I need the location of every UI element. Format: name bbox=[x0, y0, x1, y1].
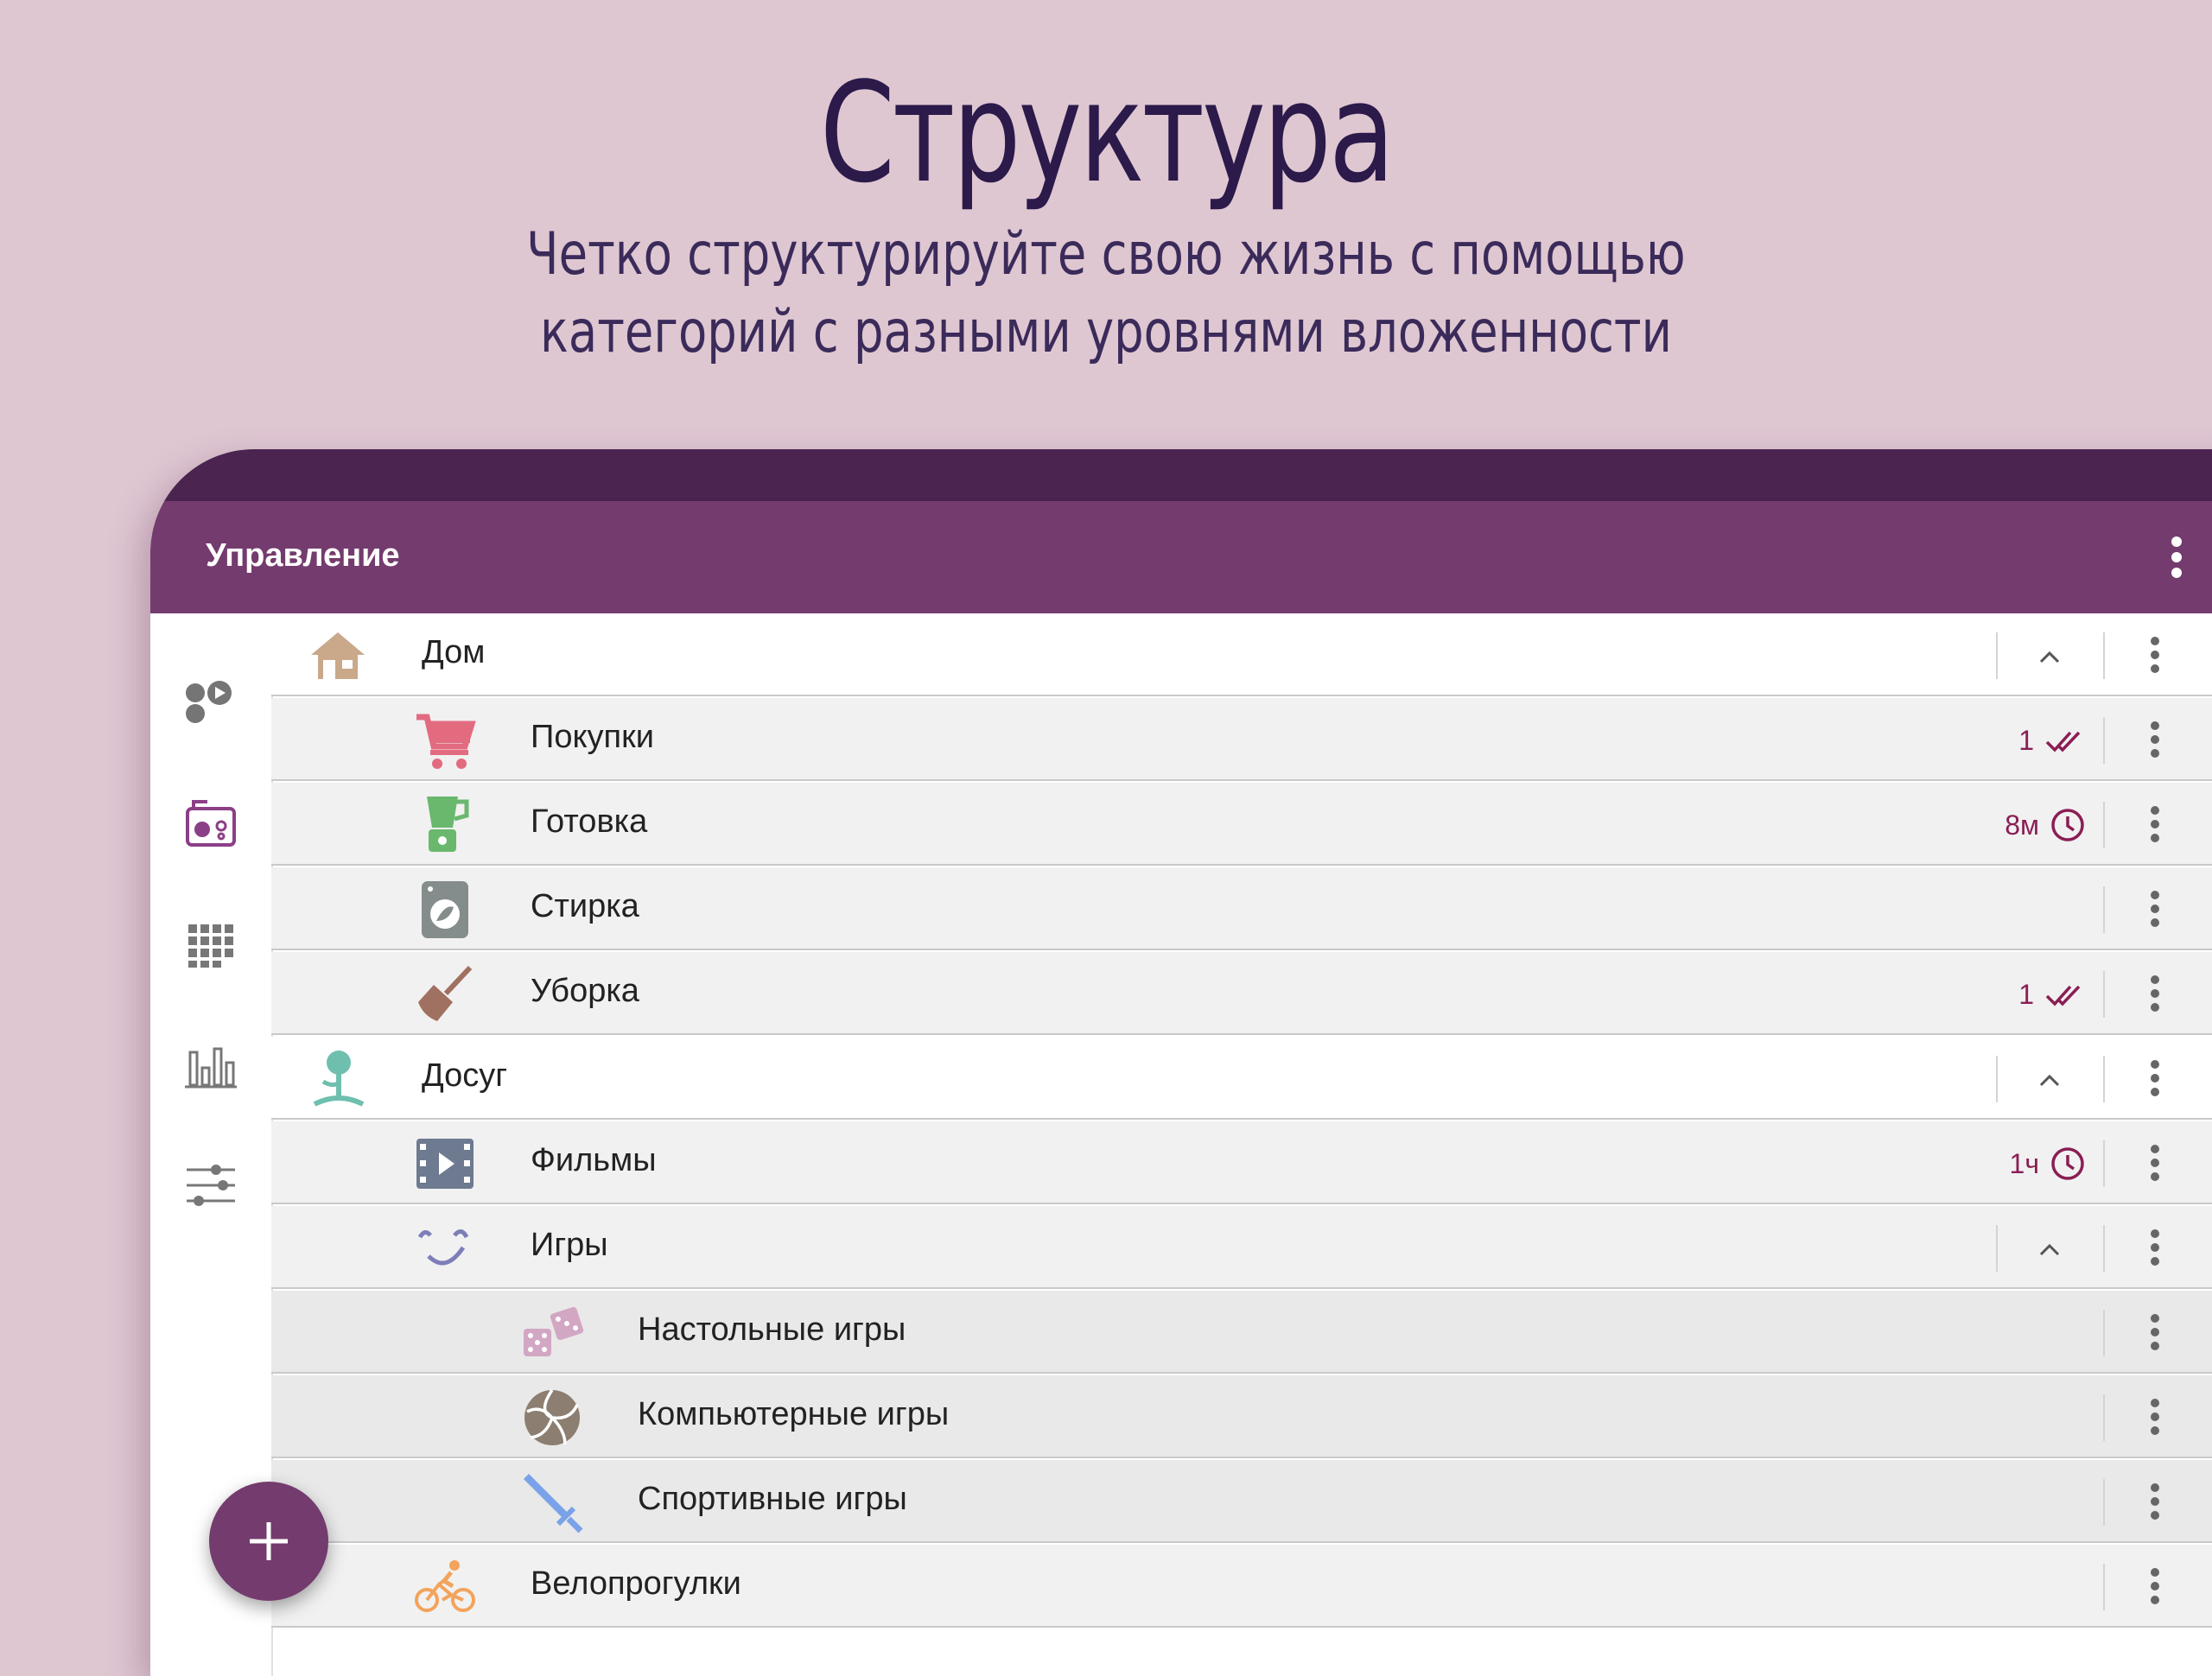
category-label: Велопрогулки bbox=[531, 1565, 741, 1602]
clock-icon bbox=[2051, 1147, 2084, 1180]
category-label: Готовка bbox=[531, 803, 648, 840]
category-row-laundry[interactable]: Стирка bbox=[271, 867, 2212, 950]
divider bbox=[2103, 1225, 2105, 1272]
more-vert-icon[interactable] bbox=[2129, 798, 2181, 850]
plus-icon bbox=[250, 1522, 288, 1560]
divider bbox=[2103, 1140, 2105, 1187]
rail-item-grid[interactable] bbox=[180, 912, 242, 974]
status-badge: 1ч bbox=[1878, 1140, 2086, 1187]
category-row-board-games[interactable]: Настольные игры bbox=[271, 1291, 2212, 1374]
chevron-up-icon[interactable] bbox=[2029, 1228, 2070, 1270]
more-vert-icon[interactable] bbox=[2129, 1560, 2181, 1612]
category-label: Фильмы bbox=[531, 1142, 657, 1178]
count-value: 1 bbox=[2018, 724, 2034, 756]
rail-item-radio[interactable] bbox=[180, 791, 242, 854]
add-category-button[interactable] bbox=[209, 1482, 328, 1601]
bar-chart-icon bbox=[185, 1047, 237, 1089]
category-row-cycling[interactable]: Велопрогулки bbox=[271, 1545, 2212, 1628]
category-label: Настольные игры bbox=[638, 1311, 906, 1348]
radio-icon bbox=[186, 800, 236, 847]
category-row-shopping[interactable]: Покупки 1 bbox=[271, 698, 2212, 781]
rail-item-settings[interactable] bbox=[180, 1154, 242, 1216]
divider bbox=[2103, 1394, 2105, 1441]
divider bbox=[2103, 632, 2105, 679]
divider bbox=[2103, 802, 2105, 848]
film-icon bbox=[416, 1139, 474, 1189]
divider bbox=[1996, 1225, 1998, 1272]
category-label: Спортивные игры bbox=[638, 1481, 907, 1517]
headline: Структура bbox=[819, 52, 1395, 213]
status-badge: 8м bbox=[1878, 802, 2086, 848]
chevron-up-icon[interactable] bbox=[2029, 636, 2070, 677]
rail-item-activities[interactable] bbox=[180, 670, 242, 733]
tree-icon bbox=[313, 1051, 365, 1107]
washing-machine-icon bbox=[422, 881, 468, 938]
category-label: Игры bbox=[531, 1227, 608, 1263]
divider bbox=[2103, 1310, 2105, 1356]
divider bbox=[2103, 717, 2105, 764]
category-label: Досуг bbox=[422, 1057, 508, 1094]
broom-icon bbox=[418, 965, 473, 1021]
more-vert-icon[interactable] bbox=[2129, 1306, 2181, 1358]
category-row-home[interactable]: Дом bbox=[271, 613, 2212, 696]
divider bbox=[1996, 632, 1998, 679]
house-icon bbox=[311, 632, 365, 679]
blender-icon bbox=[427, 797, 469, 852]
chevron-up-icon[interactable] bbox=[2029, 1059, 2070, 1101]
more-vert-icon[interactable] bbox=[2129, 1052, 2181, 1104]
subheadline-line-1: Четко структурируйте свою жизнь с помощь… bbox=[526, 220, 1686, 289]
divider bbox=[2103, 971, 2105, 1018]
status-bar bbox=[150, 449, 2212, 501]
category-label: Дом bbox=[422, 634, 486, 670]
bicycle-icon bbox=[415, 1560, 475, 1612]
clock-icon bbox=[2051, 809, 2084, 841]
done-all-icon bbox=[2045, 985, 2081, 1006]
more-vert-icon bbox=[2171, 536, 2182, 578]
smile-icon bbox=[417, 1229, 469, 1266]
divider bbox=[2103, 1564, 2105, 1610]
more-vert-icon[interactable] bbox=[2129, 714, 2181, 765]
divider bbox=[1996, 1056, 1998, 1102]
category-label: Стирка bbox=[531, 888, 639, 924]
dice-icon bbox=[524, 1306, 584, 1356]
category-row-cleaning[interactable]: Уборка 1 bbox=[271, 952, 2212, 1035]
app-bar: Управление bbox=[150, 501, 2212, 613]
more-vert-icon[interactable] bbox=[2129, 1137, 2181, 1189]
category-label: Покупки bbox=[531, 719, 654, 755]
status-badge: 1 bbox=[1878, 971, 2086, 1018]
more-vert-icon[interactable] bbox=[2129, 1391, 2181, 1443]
tablet-frame: Управление Дом Покупки 1 Готовка 8м Стир… bbox=[150, 449, 2212, 1676]
category-row-movies[interactable]: Фильмы 1ч bbox=[271, 1121, 2212, 1204]
more-vert-icon[interactable] bbox=[2129, 968, 2181, 1019]
subheadline-line-2: категорий с разными уровнями вложенности bbox=[540, 298, 1672, 366]
activities-icon bbox=[186, 681, 232, 723]
category-row-sports-games[interactable]: Спортивные игры bbox=[271, 1460, 2212, 1543]
more-vert-icon[interactable] bbox=[2129, 883, 2181, 935]
sword-icon bbox=[524, 1474, 583, 1533]
done-all-icon bbox=[2045, 731, 2081, 752]
count-value: 1 bbox=[2018, 978, 2034, 1010]
more-vert-icon[interactable] bbox=[2129, 1222, 2181, 1273]
category-label: Уборка bbox=[531, 973, 639, 1009]
rail-item-statistics[interactable] bbox=[180, 1033, 242, 1095]
category-row-games[interactable]: Игры bbox=[271, 1206, 2212, 1289]
cart-icon bbox=[416, 714, 476, 769]
category-label: Компьютерные игры bbox=[638, 1396, 950, 1432]
divider bbox=[2103, 886, 2105, 933]
duration-value: 1ч bbox=[2009, 1147, 2039, 1179]
divider bbox=[2103, 1056, 2105, 1102]
volleyball-icon bbox=[524, 1389, 580, 1445]
app-bar-title: Управление bbox=[206, 537, 400, 574]
category-row-computer-games[interactable]: Компьютерные игры bbox=[271, 1375, 2212, 1458]
more-vert-icon[interactable] bbox=[2129, 629, 2181, 681]
category-row-cooking[interactable]: Готовка 8м bbox=[271, 783, 2212, 866]
status-badge: 1 bbox=[1878, 717, 2086, 764]
more-vert-icon[interactable] bbox=[2129, 1476, 2181, 1527]
grid-icon bbox=[188, 924, 233, 968]
duration-value: 8м bbox=[2005, 809, 2039, 841]
divider bbox=[2103, 1479, 2105, 1526]
overflow-menu-button[interactable] bbox=[2146, 527, 2207, 587]
category-row-leisure[interactable]: Досуг bbox=[271, 1037, 2212, 1120]
sliders-icon bbox=[187, 1165, 235, 1206]
